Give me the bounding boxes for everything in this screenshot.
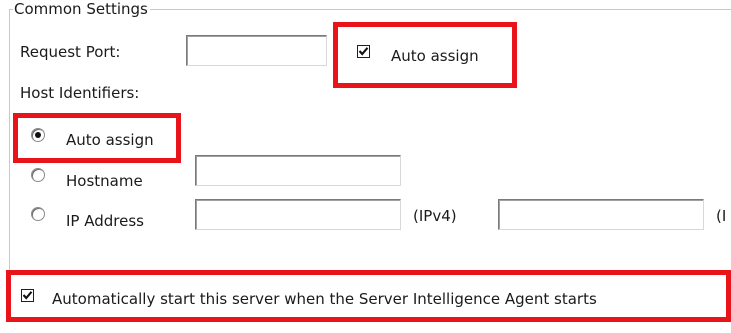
ipv6-suffix-label: (I <box>716 207 727 225</box>
hostname-radio[interactable] <box>31 168 45 182</box>
highlight-request-port-auto-assign <box>333 22 517 88</box>
highlight-auto-start <box>6 270 731 322</box>
ip-address-label[interactable]: IP Address <box>66 212 144 230</box>
ipv6-address-input[interactable] <box>498 199 704 230</box>
ipv4-suffix-label: (IPv4) <box>413 207 457 225</box>
request-port-input[interactable] <box>186 35 327 66</box>
highlight-host-auto-assign <box>13 113 181 163</box>
request-port-label: Request Port: <box>20 43 121 61</box>
ipv4-address-input[interactable] <box>195 199 401 230</box>
hostname-input[interactable] <box>195 155 401 186</box>
host-identifiers-label: Host Identifiers: <box>20 84 140 102</box>
group-title: Common Settings <box>13 0 150 18</box>
ip-address-radio[interactable] <box>31 207 45 221</box>
hostname-label[interactable]: Hostname <box>66 172 143 190</box>
